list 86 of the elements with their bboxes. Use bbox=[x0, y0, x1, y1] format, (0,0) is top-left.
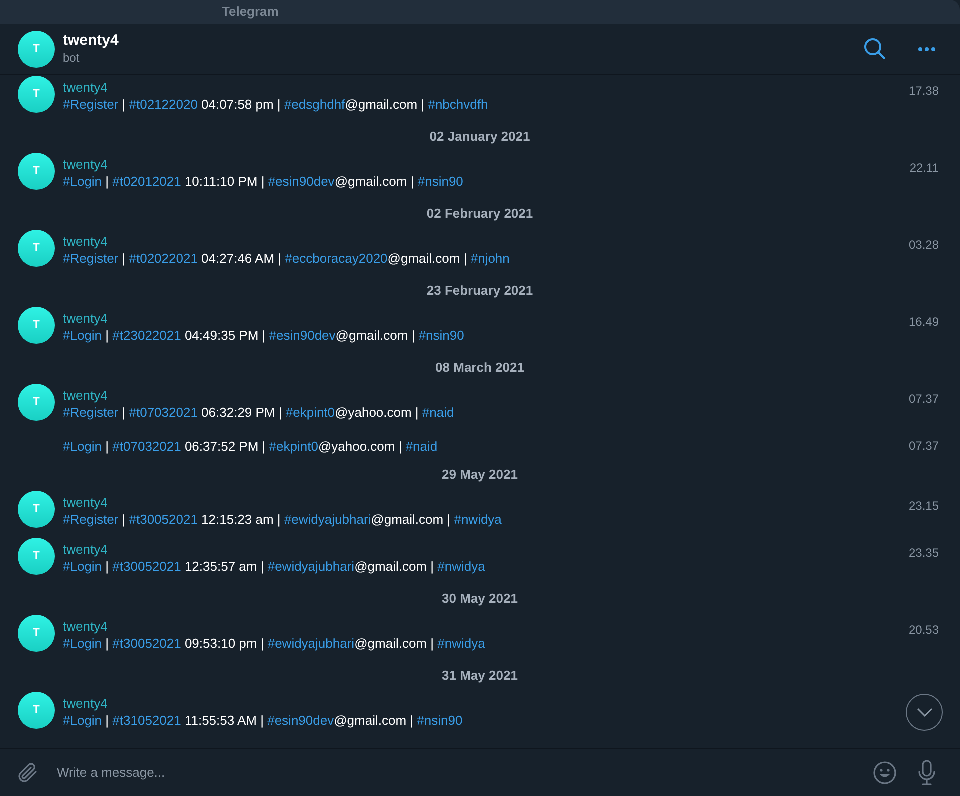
date-separator: 31 May 2021 bbox=[442, 667, 518, 686]
hashtag-link[interactable]: #esin90dev bbox=[268, 713, 334, 728]
chat-avatar: T bbox=[18, 30, 55, 68]
hashtag-link[interactable]: #Register bbox=[63, 97, 119, 112]
hashtag-link[interactable]: #nsin90 bbox=[417, 713, 463, 728]
hashtag-link[interactable]: #t23022021 bbox=[112, 328, 182, 343]
message-time: 23.15 bbox=[908, 499, 939, 513]
date-separator: 23 February 2021 bbox=[426, 282, 534, 300]
scroll-down-button[interactable] bbox=[906, 694, 943, 731]
hashtag-link[interactable]: #Login bbox=[63, 713, 102, 728]
hashtag-link[interactable]: #ekpint0 bbox=[286, 405, 336, 420]
hashtag-link[interactable]: #t31052021 bbox=[112, 713, 182, 728]
date-separator: 30 May 2021 bbox=[442, 590, 518, 608]
emoji-icon[interactable] bbox=[873, 760, 897, 784]
message-time: 07.37 bbox=[908, 439, 939, 453]
hashtag-link[interactable]: #Register bbox=[63, 251, 119, 266]
message-text: #Register | #t02122020 04:07:58 pm | #edsghdhf@gmail.com | #nbchvdfh bbox=[63, 96, 488, 113]
message-text: #Register | #t07032021 06:32:29 PM | #ekpint0@yahoo.com | #naid bbox=[63, 404, 454, 421]
date-separator: 29 May 2021 bbox=[442, 466, 518, 484]
message-time: 23.35 bbox=[908, 546, 939, 560]
hashtag-link[interactable]: #ewidyajubhari bbox=[284, 512, 372, 527]
hashtag-link[interactable]: #naid bbox=[406, 439, 438, 454]
message-time: 07.37 bbox=[908, 392, 939, 406]
hashtag-link[interactable]: #t02012021 bbox=[112, 174, 182, 189]
hashtag-link[interactable]: #ewidyajubhari bbox=[268, 559, 355, 574]
hashtag-link[interactable]: #Login bbox=[63, 439, 102, 454]
message-text: #Login | #t31052021 11:55:53 AM | #esin90dev@gmail.com | #nsin90 bbox=[63, 712, 463, 729]
date-separator: 02 February 2021 bbox=[426, 205, 534, 224]
microphone-icon[interactable] bbox=[918, 760, 936, 786]
sender-name[interactable]: twenty4 bbox=[63, 494, 108, 511]
message-text: #Login | #t02012021 10:11:10 PM | #esin90dev@gmail.com | #nsin90 bbox=[63, 173, 464, 190]
hashtag-link[interactable]: #t07032021 bbox=[112, 439, 182, 454]
hashtag-link[interactable]: #Login bbox=[63, 559, 102, 574]
more-icon[interactable] bbox=[918, 46, 936, 52]
hashtag-link[interactable]: #eccboracay2020 bbox=[285, 251, 388, 266]
message-input[interactable]: Write a message... bbox=[57, 762, 863, 782]
hashtag-link[interactable]: #esin90dev bbox=[268, 174, 335, 189]
sender-name[interactable]: twenty4 bbox=[63, 387, 108, 404]
search-icon[interactable] bbox=[864, 38, 886, 60]
chevron-down-icon bbox=[916, 708, 932, 717]
sender-name[interactable]: twenty4 bbox=[63, 233, 108, 250]
hashtag-link[interactable]: #Login bbox=[63, 174, 102, 189]
message-text: #Login | #t30052021 12:35:57 am | #ewidyajubhari@gmail.com | #nwidya bbox=[63, 558, 486, 575]
hashtag-link[interactable]: #t02122020 bbox=[129, 97, 198, 112]
hashtag-link[interactable]: #Login bbox=[63, 328, 102, 343]
date-separator: 08 March 2021 bbox=[436, 359, 524, 378]
hashtag-link[interactable]: #Register bbox=[63, 512, 119, 527]
message-text: #Login | #t07032021 06:37:52 PM | #ekpint0@yahoo.com | #naid bbox=[63, 438, 438, 455]
message-text: #Login | #t23022021 04:49:35 PM | #esin90dev@gmail.com | #nsin90 bbox=[63, 327, 464, 344]
message-time: 17.38 bbox=[908, 84, 939, 98]
hashtag-link[interactable]: #nsin90 bbox=[418, 328, 464, 343]
hashtag-link[interactable]: #esin90dev bbox=[269, 328, 336, 343]
message-time: 03.28 bbox=[908, 238, 939, 252]
hashtag-link[interactable]: #Register bbox=[63, 405, 119, 420]
chat-status: bot bbox=[63, 50, 81, 66]
sender-name[interactable]: twenty4 bbox=[63, 156, 108, 173]
hashtag-link[interactable]: #t30052021 bbox=[129, 512, 198, 527]
window-title: Telegram bbox=[222, 3, 279, 22]
hashtag-link[interactable]: #t30052021 bbox=[112, 636, 182, 651]
hashtag-link[interactable]: #naid bbox=[422, 405, 454, 420]
hashtag-link[interactable]: #edsghdhf bbox=[284, 97, 346, 112]
hashtag-link[interactable]: #nwidya bbox=[438, 559, 486, 574]
hashtag-link[interactable]: #ekpint0 bbox=[269, 439, 318, 454]
hashtag-link[interactable]: #njohn bbox=[470, 251, 510, 266]
hashtag-link[interactable]: #Login bbox=[63, 636, 102, 651]
message-time: 16.49 bbox=[908, 315, 939, 329]
sender-name[interactable]: twenty4 bbox=[63, 310, 108, 327]
chat-title: twenty4 bbox=[63, 32, 119, 50]
hashtag-link[interactable]: #t07032021 bbox=[129, 405, 198, 420]
hashtag-link[interactable]: #ewidyajubhari bbox=[268, 636, 355, 651]
sender-name[interactable]: twenty4 bbox=[63, 618, 108, 635]
message-time: 20.53 bbox=[908, 623, 939, 637]
hashtag-link[interactable]: #t02022021 bbox=[129, 251, 198, 266]
message-text: #Login | #t30052021 09:53:10 pm | #ewidyajubhari@gmail.com | #nwidya bbox=[63, 635, 486, 652]
date-separator: 02 January 2021 bbox=[430, 128, 530, 146]
sender-name[interactable]: twenty4 bbox=[63, 79, 108, 96]
hashtag-link[interactable]: #nwidya bbox=[454, 512, 502, 527]
hashtag-link[interactable]: #nsin90 bbox=[418, 174, 464, 189]
hashtag-link[interactable]: #nbchvdfh bbox=[428, 97, 488, 112]
hashtag-link[interactable]: #nwidya bbox=[438, 636, 486, 651]
sender-name[interactable]: twenty4 bbox=[63, 695, 108, 712]
message-text: #Register | #t30052021 12:15:23 am | #ewidyajubhari@gmail.com | #nwidya bbox=[63, 511, 502, 528]
message-text: #Register | #t02022021 04:27:46 AM | #eccboracay2020@gmail.com | #njohn bbox=[63, 250, 510, 267]
message-time: 22.11 bbox=[910, 161, 939, 175]
sender-name[interactable]: twenty4 bbox=[63, 541, 108, 558]
hashtag-link[interactable]: #t30052021 bbox=[112, 559, 182, 574]
